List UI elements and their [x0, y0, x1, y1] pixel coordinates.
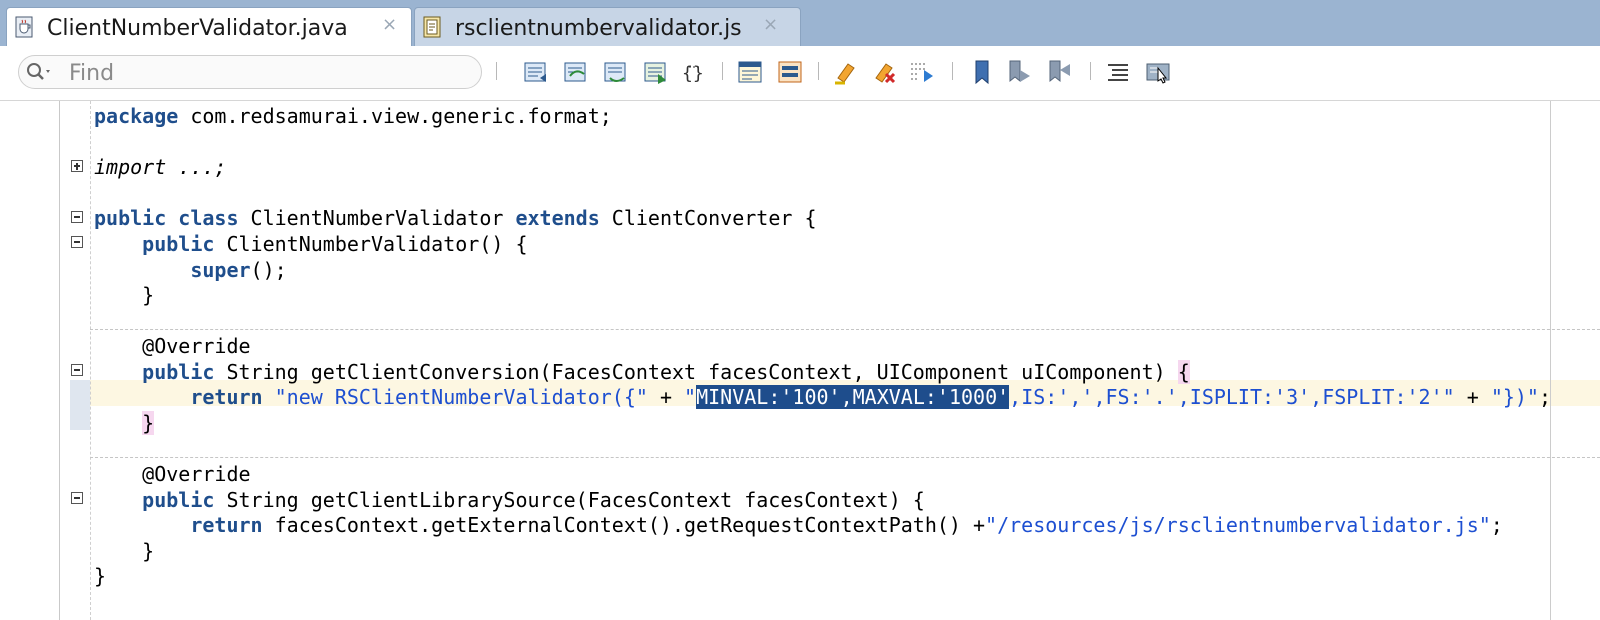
- method-separator: [90, 457, 1600, 458]
- keyword: extends: [515, 206, 600, 230]
- tab-rsclientnumbervalidator-js[interactable]: rsclientnumbervalidator.js ×: [414, 7, 801, 46]
- string-literal: "new RSClientNumberValidator({": [274, 385, 648, 409]
- string-literal: "/resources/js/rsclientnumbervalidator.j…: [985, 513, 1491, 537]
- code-line-18: }: [94, 538, 154, 564]
- code-text: }: [94, 564, 107, 588]
- collapse-fold-icon[interactable]: [71, 236, 83, 248]
- collapse-fold-icon[interactable]: [71, 364, 83, 376]
- code-line-3: import ...;: [94, 154, 226, 180]
- collapse-fold-icon[interactable]: [71, 492, 83, 504]
- close-tab-icon[interactable]: ×: [382, 14, 397, 35]
- close-tab-icon[interactable]: ×: [763, 14, 778, 35]
- search-icon[interactable]: [25, 62, 55, 82]
- code-line-6: public ClientNumberValidator() {: [94, 231, 528, 257]
- editor-tab-bar: ClientNumberValidator.java × rsclientnum…: [0, 0, 1600, 46]
- previous-bookmark-icon[interactable]: [1046, 58, 1074, 86]
- string-literal: ,IS:',',FS:'.',ISPLIT:'3',FSPLIT:'2'": [1009, 385, 1455, 409]
- tab-label: ClientNumberValidator.java: [47, 16, 348, 41]
- code-line-16: public String getClientLibrarySource(Fac…: [94, 487, 925, 513]
- toggle-view-icon[interactable]: [1144, 58, 1172, 86]
- code-text: ;: [1490, 513, 1503, 537]
- keyword: package: [94, 104, 179, 128]
- right-margin-line: [1550, 101, 1551, 620]
- toggle-comment-icon[interactable]: [736, 58, 764, 86]
- code-line-5: public class ClientNumberValidator exten…: [94, 205, 817, 231]
- toolbar-separator: [818, 62, 819, 80]
- next-bookmark-icon[interactable]: [1006, 58, 1034, 86]
- toolbar-separator: [1090, 62, 1091, 80]
- code-line-13: }: [94, 410, 155, 436]
- code-editor[interactable]: package com.redsamurai.view.generic.form…: [0, 101, 1600, 620]
- expand-fold-icon[interactable]: [71, 160, 83, 172]
- find-input[interactable]: [67, 59, 471, 87]
- code-text: ClientConverter {: [599, 206, 817, 230]
- code-line-17: return facesContext.getExternalContext()…: [94, 512, 1503, 538]
- code-text: +: [1454, 385, 1491, 409]
- match-braces-icon[interactable]: {}: [680, 58, 708, 86]
- code-text: String getClientLibrarySource(FacesConte…: [214, 488, 925, 512]
- code-text: }: [142, 283, 155, 307]
- collapse-fold-icon[interactable]: [71, 211, 83, 223]
- uncomment-icon[interactable]: [776, 58, 804, 86]
- toolbar-separator: [952, 62, 953, 80]
- code-text: ClientNumberValidator() {: [214, 232, 528, 256]
- fold-guide: [90, 101, 91, 620]
- string-literal: "})": [1490, 385, 1539, 409]
- annotation: @Override: [142, 462, 251, 486]
- code-text: ();: [250, 258, 287, 282]
- code-text: +: [647, 385, 685, 409]
- code-line-10: @Override: [94, 333, 251, 359]
- keyword: class: [178, 206, 239, 230]
- code-line-8: }: [94, 282, 154, 308]
- code-text: }: [142, 539, 155, 563]
- code-text: ClientNumberValidator: [238, 206, 516, 230]
- keyword: public: [142, 360, 215, 384]
- code-text: ;: [1538, 385, 1552, 409]
- matched-brace: }: [142, 411, 155, 435]
- code-line-15: @Override: [94, 461, 251, 487]
- keyword: import: [94, 155, 167, 179]
- string-literal: ": [684, 385, 697, 409]
- selected-text[interactable]: MINVAL:'100',MAXVAL:'1000': [696, 385, 1010, 409]
- bookmark-icon[interactable]: [968, 58, 996, 86]
- gutter-border: [59, 101, 60, 620]
- clear-highlight-icon[interactable]: [870, 58, 898, 86]
- svg-text:{}: {}: [682, 63, 704, 84]
- js-file-icon: [423, 16, 441, 38]
- code-text: com.redsamurai.view.generic.format;: [178, 104, 612, 128]
- find-next-icon[interactable]: [562, 58, 590, 86]
- goto-icon[interactable]: [908, 58, 936, 86]
- code-line-1: package com.redsamurai.view.generic.form…: [94, 103, 612, 129]
- toolbar-separator: [722, 62, 723, 80]
- java-file-icon: [15, 16, 33, 38]
- keyword: return: [190, 513, 263, 537]
- find-previous-icon[interactable]: [522, 58, 550, 86]
- annotation: @Override: [142, 334, 251, 358]
- matched-brace: {: [1177, 360, 1190, 384]
- keyword: super: [190, 258, 251, 282]
- current-line-gutter: [70, 380, 90, 430]
- code-text: String getClientConversion(FacesContext …: [214, 360, 1178, 384]
- keyword: public: [142, 488, 215, 512]
- find-selected-icon[interactable]: [602, 58, 630, 86]
- highlight-icon[interactable]: [832, 58, 860, 86]
- code-line-7: super();: [94, 257, 287, 283]
- code-line-11: public String getClientConversion(FacesC…: [94, 359, 1190, 385]
- format-icon[interactable]: [1104, 58, 1132, 86]
- keyword: return: [190, 385, 263, 409]
- find-box: [18, 55, 482, 89]
- tab-client-number-validator-java[interactable]: ClientNumberValidator.java ×: [6, 7, 412, 46]
- toolbar-separator: [496, 62, 497, 80]
- keyword: public: [142, 232, 215, 256]
- replace-icon[interactable]: [642, 58, 670, 86]
- editor-toolbar: {}: [0, 46, 1600, 101]
- code-line-19: }: [94, 563, 106, 589]
- code-text: facesContext.getExternalContext().getReq…: [262, 513, 986, 537]
- keyword: public: [94, 206, 167, 230]
- tab-label: rsclientnumbervalidator.js: [455, 16, 742, 41]
- code-text: ...;: [166, 155, 227, 179]
- code-line-12: return "new RSClientNumberValidator({" +…: [94, 384, 1551, 410]
- method-separator: [90, 329, 1600, 330]
